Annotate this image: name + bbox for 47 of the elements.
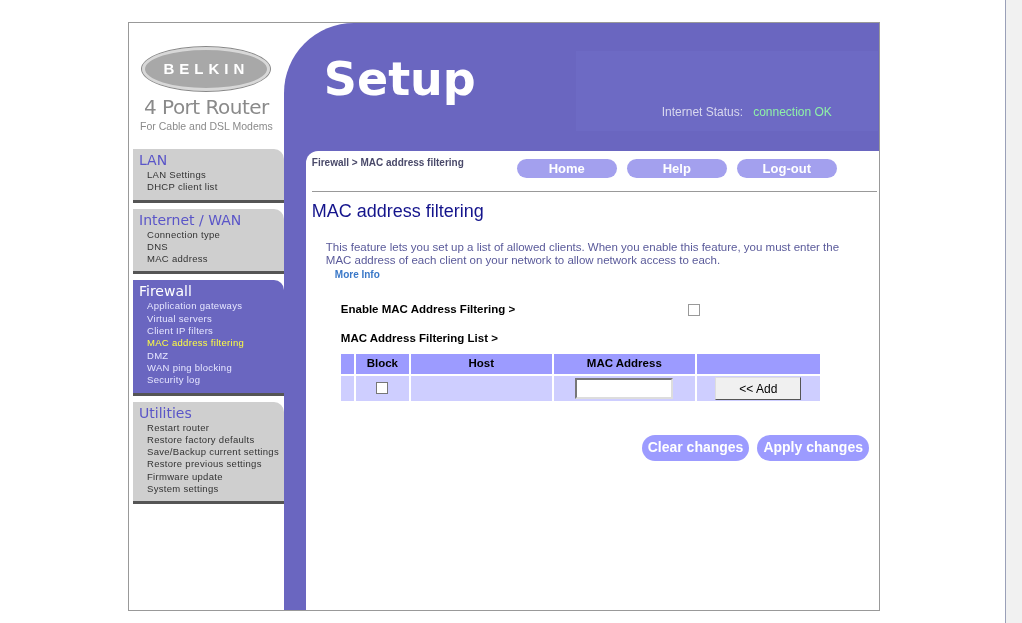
add-button[interactable]: << Add — [715, 377, 802, 401]
action-button[interactable]: Clear changes — [641, 434, 750, 461]
sidebar-link[interactable]: Virtual servers — [147, 312, 284, 326]
sidebar-link[interactable]: Restore previous settings — [147, 458, 284, 471]
status-label: Internet Status: — [661, 104, 744, 121]
nav-button[interactable]: Help — [626, 159, 727, 178]
product-subtitle: For Cable and DSL Modems — [140, 119, 273, 133]
product-name: 4 Port Router — [143, 95, 269, 119]
action-button[interactable]: Apply changes — [757, 434, 869, 461]
sidebar-link[interactable]: DMZ — [147, 349, 284, 362]
sidebar-link[interactable]: MAC address filtering — [147, 337, 284, 350]
enable-checkbox[interactable] — [687, 303, 700, 316]
brand-logo: BELKIN — [142, 47, 271, 91]
column-header: Host — [409, 353, 553, 375]
enable-label: Enable MAC Address Filtering > — [340, 302, 517, 317]
sidebar-link[interactable]: System settings — [147, 483, 284, 496]
page-title: MAC address filtering — [311, 200, 485, 222]
column-header: MAC Address — [552, 353, 696, 375]
sidebar-link[interactable]: DHCP client list — [147, 181, 284, 194]
sidebar-link[interactable]: Firmware update — [147, 470, 284, 484]
sidebar-link[interactable]: Save/Backup current settings — [147, 446, 284, 459]
sidebar-link[interactable]: MAC address — [147, 253, 284, 266]
section-title[interactable]: Utilities — [139, 404, 284, 421]
sidebar-link[interactable]: Client IP filters — [147, 325, 284, 338]
section-title[interactable]: Firewall — [139, 283, 284, 300]
section-title[interactable]: LAN — [139, 152, 284, 168]
column-header: Block — [354, 353, 410, 375]
page-header-title: Setup — [323, 51, 476, 107]
sidebar-link[interactable]: LAN Settings — [147, 169, 284, 182]
more-info-link[interactable]: More Info — [334, 267, 380, 282]
block-checkbox[interactable] — [376, 382, 389, 394]
sidebar-link[interactable]: Application gateways — [147, 300, 284, 313]
section-title[interactable]: Internet / WAN — [139, 211, 284, 228]
sidebar-link[interactable]: Restart router — [147, 421, 284, 434]
status-value: connection OK — [753, 104, 832, 121]
sidebar-link[interactable]: DNS — [147, 240, 284, 254]
sidebar-link[interactable]: WAN ping blocking — [147, 361, 284, 375]
sidebar-link[interactable]: Connection type — [147, 228, 284, 241]
sidebar-link[interactable]: Restore factory defaults — [147, 433, 284, 447]
nav-button[interactable]: Log-out — [736, 159, 837, 178]
nav-button[interactable]: Home — [516, 159, 617, 178]
mac-address-field[interactable] — [575, 377, 674, 399]
sidebar-link[interactable]: Security log — [147, 374, 284, 387]
list-label: MAC Address Filtering List > — [339, 331, 498, 347]
scrollbar[interactable] — [1005, 0, 1022, 623]
breadcrumb: Firewall > MAC address filtering — [311, 156, 465, 170]
description-text: This feature lets you set up a list of allowed clients. When you enable this feature, you must enter the MAC address of each client on your network to allow network access to each. — [324, 241, 841, 267]
